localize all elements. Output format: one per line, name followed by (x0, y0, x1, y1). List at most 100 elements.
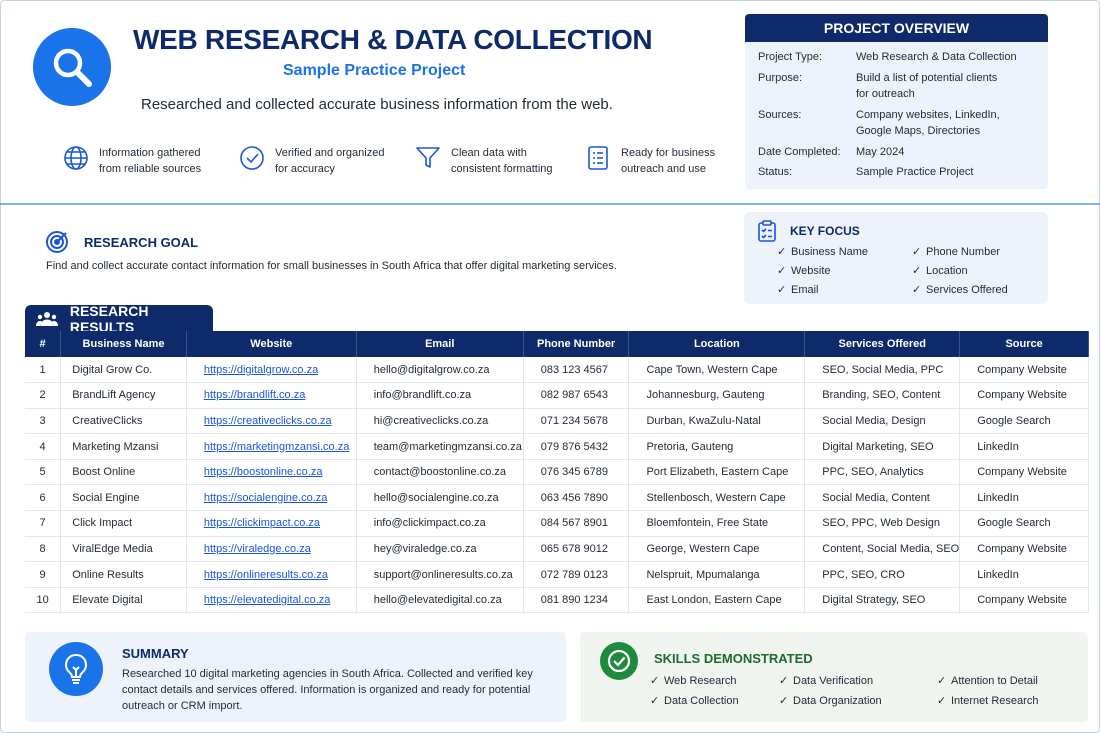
key-focus-label: Services Offered (926, 284, 1008, 296)
check-icon: ✓ (777, 284, 787, 296)
page-subtitle: Sample Practice Project (283, 62, 466, 79)
website-link[interactable]: https://clickimpact.co.za (186, 510, 357, 537)
source-cell: LinkedIn (959, 484, 1089, 512)
phone-cell: 082 987 6543 (523, 382, 630, 409)
phone-cell: 063 456 7890 (523, 484, 630, 512)
tagline: Researched and collected accurate busine… (141, 96, 613, 113)
phone-cell: 071 234 5678 (523, 408, 630, 435)
services-cell: PPC, SEO, CRO (804, 561, 961, 588)
key-focus-item: ✓ Phone Number (912, 245, 1000, 258)
location-cell: Bloemfontein, Free State (628, 510, 806, 537)
services-cell: SEO, PPC, Web Design (804, 510, 961, 537)
location-cell: Cape Town, Western Cape (628, 357, 806, 384)
overview-key: Project Type: (758, 51, 822, 63)
column-header: Location (628, 331, 806, 357)
overview-value-line: for outreach (856, 88, 915, 100)
project-overview-panel: PROJECT OVERVIEW Project Type: Web Resea… (745, 14, 1048, 189)
skill-label: Data Organization (793, 695, 882, 707)
feature-verified: Verified and organized for accuracy (239, 145, 384, 177)
table-row: 5 Boost Online https://boostonline.co.za co… (25, 459, 1089, 486)
location-cell: Port Elizabeth, Eastern Cape (628, 459, 806, 486)
business-name: Boost Online (60, 459, 187, 486)
table-header-row: # Business Name Website Email Phone Numb… (25, 331, 1089, 357)
business-name: Elevate Digital (60, 587, 187, 614)
feature-line: Information gathered (99, 147, 201, 159)
website-link[interactable]: https://onlineresults.co.za (186, 561, 357, 588)
business-name: Click Impact (60, 510, 187, 537)
page-title: WEB RESEARCH & DATA COLLECTION (133, 24, 653, 55)
feature-clean-data: Clean data with consistent formatting (415, 145, 553, 177)
services-cell: Digital Marketing, SEO (804, 433, 961, 460)
results-tab-label: RESEARCH RESULTS (69, 302, 149, 335)
key-focus-item: ✓ Website (777, 264, 831, 277)
phone-cell: 079 876 5432 (523, 433, 630, 460)
skill-item: ✓ Data Organization (779, 694, 882, 707)
table-row: 4 Marketing Mzansi https://marketingmzansi… (25, 433, 1089, 460)
website-link[interactable]: https://viraledge.co.za (186, 536, 357, 563)
row-number: 5 (25, 459, 62, 486)
overview-value-line: Company websites, LinkedIn, (856, 109, 1000, 121)
column-header: Source (959, 331, 1089, 357)
key-focus-title: KEY FOCUS (790, 224, 860, 238)
key-focus-item: ✓ Services Offered (912, 283, 1008, 296)
row-number: 7 (25, 510, 62, 537)
location-cell: Johannesburg, Gauteng (628, 382, 806, 409)
row-number: 2 (25, 382, 62, 409)
email-cell: hello@socialengine.co.za (356, 484, 524, 512)
check-icon: ✓ (650, 675, 660, 687)
skill-item: ✓ Data Collection (650, 694, 739, 707)
email-cell: team@marketingmzansi.co.za (356, 433, 524, 460)
business-name: Digital Grow Co. (60, 357, 187, 384)
lightbulb-icon (49, 642, 103, 696)
website-link[interactable]: https://creativeclicks.co.za (186, 408, 357, 435)
email-cell: hi@creativeclicks.co.za (356, 408, 524, 435)
column-header: Services Offered (804, 331, 961, 357)
services-cell: Social Media, Content (804, 484, 961, 512)
feature-line: Ready for business (621, 147, 716, 159)
email-cell: support@onlineresults.co.za (356, 561, 524, 588)
phone-cell: 084 567 8901 (523, 510, 630, 537)
table-row: 8 ViralEdge Media https://viraledge.co.za h… (25, 536, 1089, 563)
row-number: 6 (25, 484, 62, 512)
table-row: 2 BrandLift Agency https://brandlift.co.za… (25, 382, 1089, 409)
business-name: BrandLift Agency (60, 382, 187, 409)
website-link[interactable]: https://digitalgrow.co.za (186, 357, 357, 384)
overview-value-line: Build a list of potential clients (856, 72, 998, 84)
goal-text: Find and collect accurate contact inform… (46, 260, 617, 272)
phone-cell: 081 890 1234 (523, 587, 630, 614)
website-link[interactable]: https://boostonline.co.za (186, 459, 357, 486)
overview-key: Status: (758, 166, 793, 178)
column-header: Email (356, 331, 524, 357)
website-link[interactable]: https://brandlift.co.za (186, 382, 357, 409)
table-row: 7 Click Impact https://clickimpact.co.za in… (25, 510, 1089, 537)
row-number: 9 (25, 561, 62, 588)
website-link[interactable]: https://socialengine.co.za (186, 484, 357, 512)
overview-value: Sample Practice Project (856, 166, 974, 178)
column-header: Website (186, 331, 357, 357)
results-table: # Business Name Website Email Phone Numb… (25, 331, 1089, 614)
key-focus-item: ✓ Email (777, 283, 819, 296)
services-cell: Digital Strategy, SEO (804, 587, 961, 614)
table-row: 10 Elevate Digital https://elevatedigital.… (25, 587, 1089, 614)
services-cell: PPC, SEO, Analytics (804, 459, 961, 486)
key-focus-label: Email (791, 284, 819, 296)
row-number: 3 (25, 408, 62, 435)
source-cell: Google Search (959, 510, 1089, 537)
source-cell: Google Search (959, 408, 1089, 435)
target-icon (46, 231, 68, 253)
overview-key: Sources: (758, 109, 802, 121)
website-link[interactable]: https://elevatedigital.co.za (186, 587, 357, 614)
section-divider (0, 203, 1100, 205)
location-cell: East London, Eastern Cape (628, 587, 806, 614)
source-cell: Company Website (959, 536, 1089, 563)
skills-panel: SKILLS DEMONSTRATED ✓ Web Research ✓ Data … (580, 632, 1088, 722)
summary-title: SUMMARY (122, 646, 189, 661)
feature-ready: Ready for business outreach and use (585, 145, 715, 177)
website-link[interactable]: https://marketingmzansi.co.za (186, 433, 357, 460)
row-number: 10 (25, 587, 62, 614)
email-cell: info@clickimpact.co.za (356, 510, 524, 537)
email-cell: hey@viraledge.co.za (356, 536, 524, 563)
check-icon: ✓ (777, 246, 787, 258)
overview-value: Company websites, LinkedIn, Google Maps, … (856, 107, 1036, 139)
research-results-tab: RESEARCH RESULTS (25, 302, 213, 335)
